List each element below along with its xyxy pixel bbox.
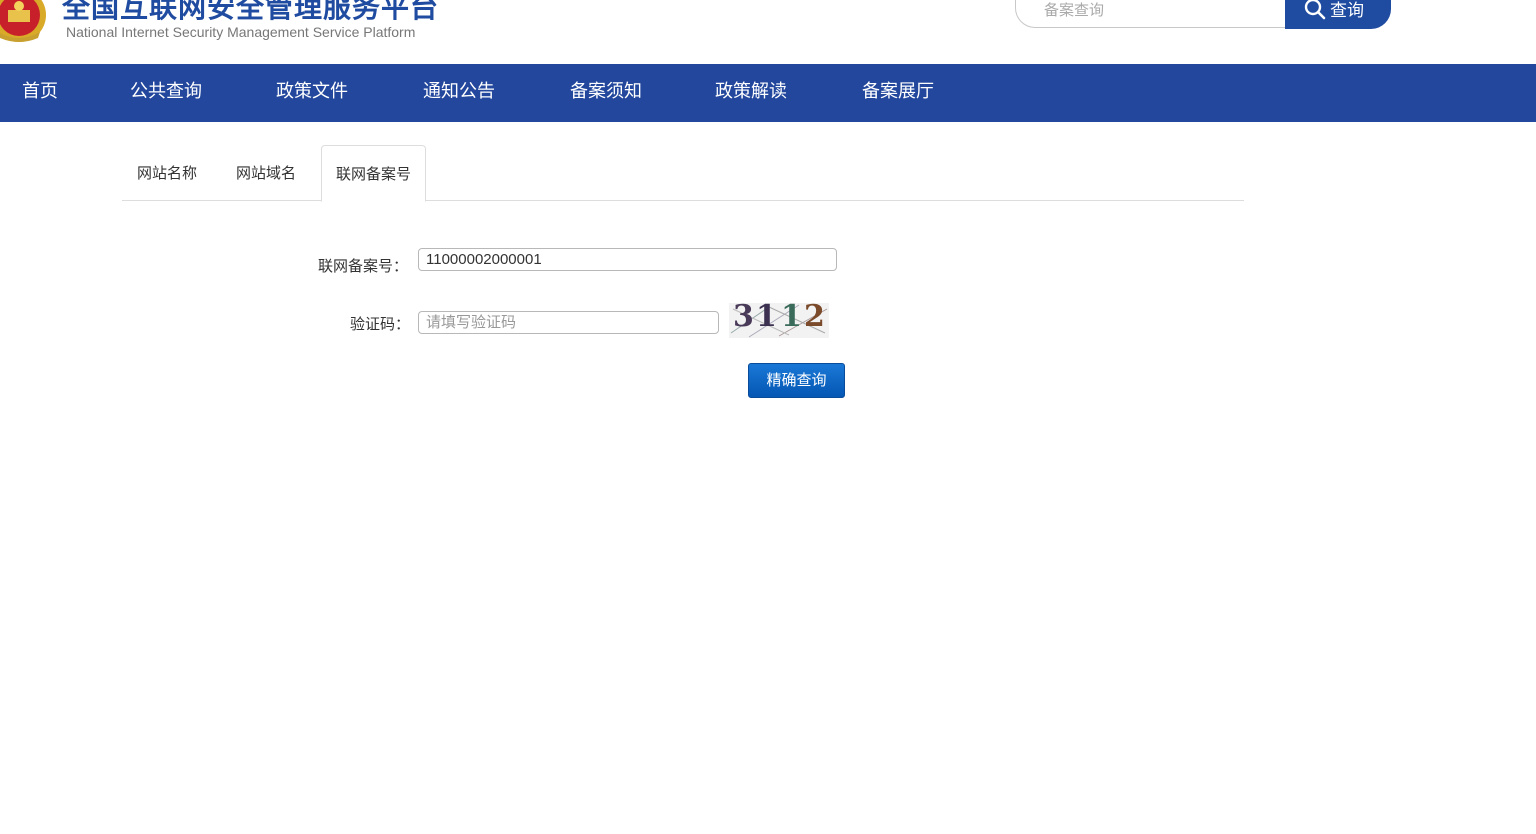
header-search-input[interactable]: [1042, 0, 1276, 23]
tab-site-name[interactable]: 网站名称: [137, 145, 197, 200]
nav-item-filing-guide[interactable]: 备案须知: [570, 64, 642, 122]
search-icon: [1304, 0, 1326, 19]
nav-item-notices[interactable]: 通知公告: [423, 64, 495, 122]
nav-item-home[interactable]: 首页: [22, 64, 58, 122]
header: 全国互联网安全管理服务平台 National Internet Security…: [0, 0, 1536, 64]
record-number-label: 联网备案号：: [318, 257, 409, 275]
site-title: 全国互联网安全管理服务平台: [62, 0, 440, 24]
captcha-input[interactable]: [418, 311, 719, 334]
nav-item-policy-documents[interactable]: 政策文件: [276, 64, 348, 122]
captcha-image[interactable]: 3 1 1 2: [729, 299, 829, 338]
search-button-label: 查询: [1330, 1, 1364, 21]
tab-site-domain[interactable]: 网站域名: [236, 145, 296, 200]
exact-query-button[interactable]: 精确查询: [748, 363, 845, 398]
nav-item-filing-hall[interactable]: 备案展厅: [862, 64, 934, 122]
captcha-label: 验证码：: [350, 315, 411, 333]
nav-item-public-query[interactable]: 公共查询: [130, 64, 202, 122]
site-subtitle: National Internet Security Management Se…: [66, 24, 416, 40]
header-search-button[interactable]: 查询: [1285, 0, 1391, 29]
tab-record-number[interactable]: 联网备案号: [321, 145, 427, 202]
nav-item-policy-interpretation[interactable]: 政策解读: [715, 64, 787, 122]
header-search-box: [1015, 0, 1285, 28]
captcha-digit: 1: [756, 299, 777, 334]
captcha-digit: 1: [781, 299, 802, 334]
police-emblem-logo: [0, 0, 46, 42]
query-tabs: 网站名称 网站域名 联网备案号: [122, 145, 1244, 202]
record-number-input[interactable]: [418, 248, 837, 271]
main-nav: 首页 公共查询 政策文件 通知公告 备案须知 政策解读 备案展厅: [0, 64, 1536, 122]
captcha-digit: 2: [804, 299, 825, 334]
captcha-digit: 3: [733, 299, 754, 334]
